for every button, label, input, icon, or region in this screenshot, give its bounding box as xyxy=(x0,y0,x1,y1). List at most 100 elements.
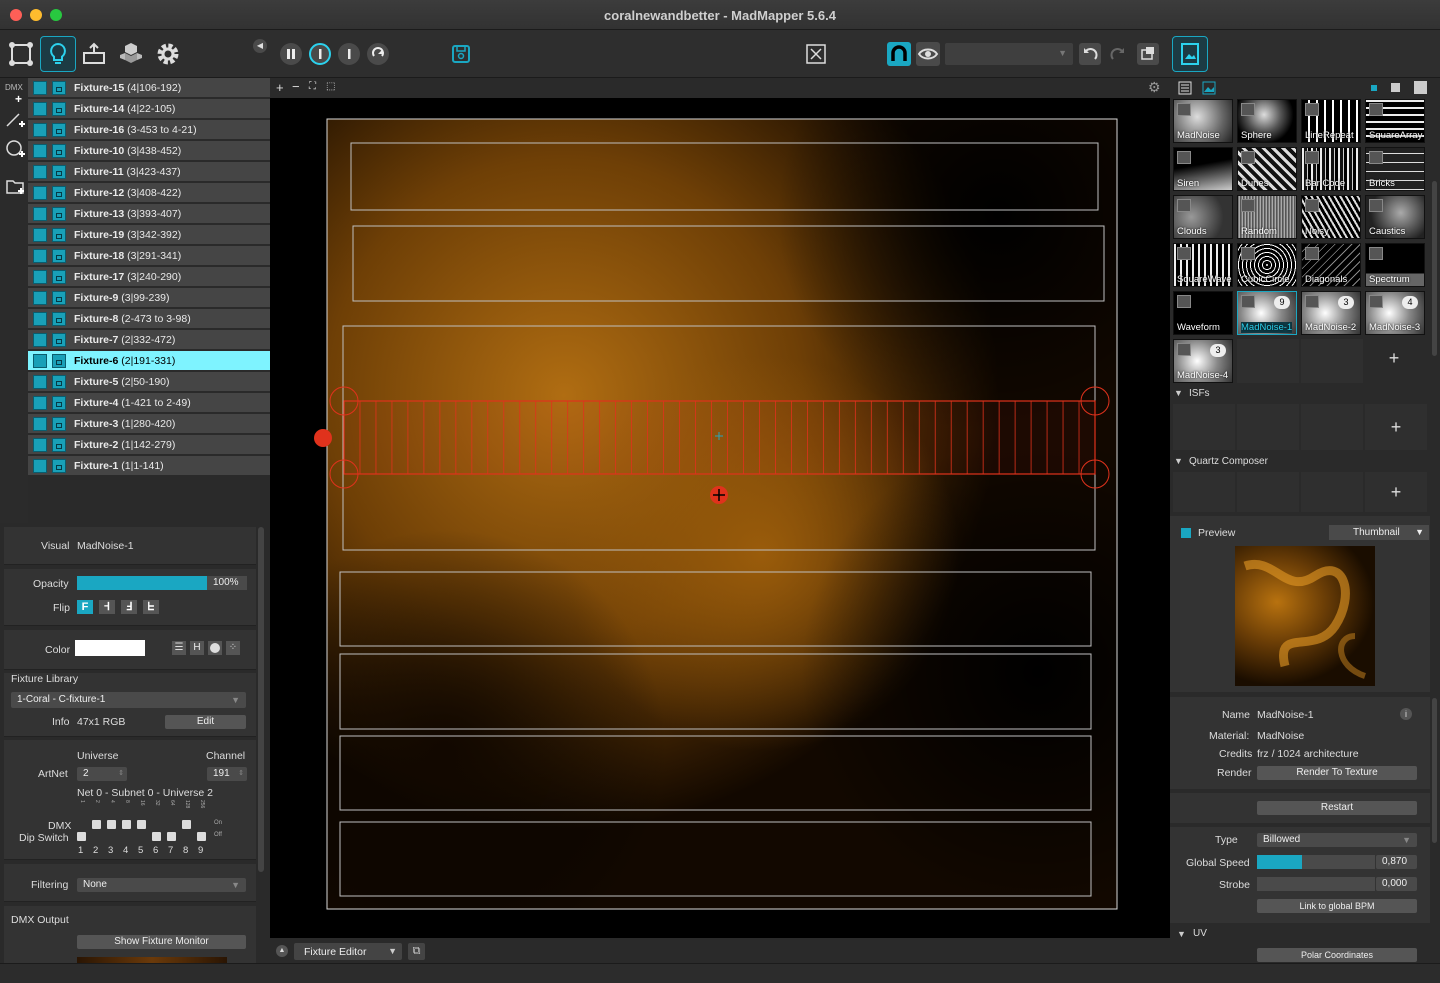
thumb-size-large-icon[interactable] xyxy=(1414,81,1427,94)
lock-icon[interactable] xyxy=(52,80,66,95)
visibility-checkbox[interactable] xyxy=(33,311,47,326)
visibility-checkbox[interactable] xyxy=(33,332,47,347)
show-fixture-monitor-button[interactable]: Show Fixture Monitor xyxy=(77,935,246,949)
play-icon[interactable] xyxy=(1369,199,1383,212)
lock-icon[interactable] xyxy=(52,227,66,242)
mapping-mode-button[interactable] xyxy=(3,36,39,72)
fixture-row[interactable]: Fixture-7 (2|332-472) xyxy=(28,330,270,350)
fixture-canvas[interactable] xyxy=(270,98,1170,938)
lock-icon[interactable] xyxy=(52,332,66,347)
chevron-down-icon[interactable]: ▼ xyxy=(1177,929,1186,939)
preview-mode-select[interactable]: Thumbnail ▼ xyxy=(1329,525,1429,540)
fixture-row[interactable]: Fixture-4 (1-421 to 2-49) xyxy=(28,393,270,413)
play-icon[interactable] xyxy=(1177,103,1191,116)
rotate-handle[interactable] xyxy=(314,429,332,447)
visibility-checkbox[interactable] xyxy=(33,143,47,158)
dip-switch[interactable] xyxy=(107,820,116,829)
material-thumbnail[interactable]: Spectrum xyxy=(1365,243,1425,287)
visibility-checkbox[interactable] xyxy=(33,80,47,95)
material-thumbnail[interactable]: SquareArray xyxy=(1365,99,1425,143)
fixture-row[interactable]: Fixture-5 (2|50-190) xyxy=(28,372,270,392)
lock-icon[interactable] xyxy=(52,395,66,410)
material-thumbnail[interactable]: Waveform xyxy=(1173,291,1233,335)
material-thumbnail[interactable]: Random xyxy=(1237,195,1297,239)
lock-icon[interactable] xyxy=(52,290,66,305)
add-line-fixture-button[interactable] xyxy=(5,110,27,132)
preview-checkbox[interactable] xyxy=(1181,528,1191,538)
play-icon[interactable] xyxy=(1369,151,1383,164)
add-material-button[interactable]: + xyxy=(1364,336,1424,380)
play-icon[interactable] xyxy=(1177,199,1191,212)
fit-view-icon[interactable]: ⛶ xyxy=(309,81,316,92)
lock-icon[interactable] xyxy=(52,164,66,179)
strobe-value[interactable]: 0,000 xyxy=(1376,877,1417,891)
lock-icon[interactable] xyxy=(52,269,66,284)
render-to-texture-button[interactable]: Render To Texture xyxy=(1257,766,1417,780)
dip-switch[interactable] xyxy=(167,832,176,841)
play-icon[interactable] xyxy=(1177,295,1191,308)
info-icon[interactable]: i xyxy=(1400,708,1412,720)
color-list-icon[interactable]: ☰ xyxy=(172,641,186,655)
fixture-row[interactable]: Fixture-14 (4|22-105) xyxy=(28,99,270,119)
material-thumbnail[interactable]: Noisy xyxy=(1301,195,1361,239)
strobe-slider[interactable] xyxy=(1257,877,1375,891)
material-thumbnail[interactable]: SquareWave xyxy=(1173,243,1233,287)
add-isf-button[interactable]: + xyxy=(1365,404,1427,450)
polar-coordinates-button[interactable]: Polar Coordinates xyxy=(1257,948,1417,962)
material-thumbnail[interactable]: 4 MadNoise-3 xyxy=(1365,291,1425,335)
play-icon[interactable] xyxy=(1305,151,1319,164)
play-icon[interactable] xyxy=(1241,247,1255,260)
global-speed-slider[interactable] xyxy=(1257,855,1375,869)
fixture-row[interactable]: Fixture-1 (1|1-141) xyxy=(28,456,270,476)
fixture-row[interactable]: Fixture-3 (1|280-420) xyxy=(28,414,270,434)
thumb-size-small-icon[interactable] xyxy=(1371,85,1377,91)
material-thumbnail[interactable]: Clouds xyxy=(1173,195,1233,239)
fixture-row[interactable]: Fixture-15 (4|106-192) xyxy=(28,78,270,98)
dip-switch[interactable] xyxy=(92,820,101,829)
view-selector[interactable]: ▼ xyxy=(945,43,1073,65)
detach-window-button[interactable] xyxy=(1137,43,1159,65)
fixture-mode-button[interactable] xyxy=(40,36,76,72)
material-thumbnail[interactable]: Caustics xyxy=(1365,195,1425,239)
materials-scrollbar[interactable] xyxy=(1432,181,1437,356)
lock-icon[interactable] xyxy=(52,353,66,368)
visibility-checkbox[interactable] xyxy=(33,122,47,137)
channel-input[interactable]: 191 ⇕ xyxy=(207,767,247,781)
collapse-up-icon[interactable]: ▲ xyxy=(276,945,288,957)
fixture-row[interactable]: Fixture-12 (3|408-422) xyxy=(28,183,270,203)
visibility-checkbox[interactable] xyxy=(33,353,47,368)
lock-icon[interactable] xyxy=(52,437,66,452)
canvas-settings-gear-icon[interactable]: ⚙ xyxy=(1148,79,1161,96)
lock-icon[interactable] xyxy=(52,311,66,326)
visibility-checkbox[interactable] xyxy=(33,185,47,200)
lock-icon[interactable] xyxy=(52,122,66,137)
dip-switch[interactable] xyxy=(137,820,146,829)
play-icon[interactable] xyxy=(1177,151,1191,164)
lock-icon[interactable] xyxy=(52,101,66,116)
visibility-checkbox[interactable] xyxy=(33,416,47,431)
visibility-checkbox[interactable] xyxy=(33,269,47,284)
properties-scrollbar[interactable] xyxy=(258,527,264,872)
universe-input[interactable]: 2 ⇕ xyxy=(77,767,127,781)
visibility-checkbox[interactable] xyxy=(33,227,47,242)
link-global-bpm-button[interactable]: Link to global BPM xyxy=(1257,899,1417,913)
zoom-out-icon[interactable]: − xyxy=(292,79,300,94)
color-grid-icon[interactable]: ⁘ xyxy=(226,641,240,655)
restart-button[interactable]: Restart xyxy=(1257,801,1417,815)
fixture-row[interactable]: Fixture-16 (3-453 to 4-21) xyxy=(28,120,270,140)
properties-scrollbar[interactable] xyxy=(1432,698,1437,843)
edit-button[interactable]: Edit xyxy=(165,715,246,729)
dip-switch[interactable] xyxy=(122,820,131,829)
stepper-icon[interactable]: ⇕ xyxy=(238,767,244,781)
actual-size-icon[interactable]: ⬚ xyxy=(326,81,335,92)
add-circle-fixture-button[interactable] xyxy=(5,138,27,160)
visibility-checkbox[interactable] xyxy=(33,458,47,473)
play-icon[interactable] xyxy=(1241,295,1255,308)
stepper-icon[interactable]: ⇕ xyxy=(118,767,124,781)
magnet-button[interactable] xyxy=(887,42,911,66)
visibility-checkbox[interactable] xyxy=(33,248,47,263)
add-dmx-fixture-icon[interactable]: + xyxy=(15,92,22,106)
flip-vertical-button[interactable]: Ⅎ xyxy=(121,600,137,614)
list-view-icon[interactable] xyxy=(1178,81,1192,95)
color-swatch[interactable] xyxy=(75,640,145,656)
